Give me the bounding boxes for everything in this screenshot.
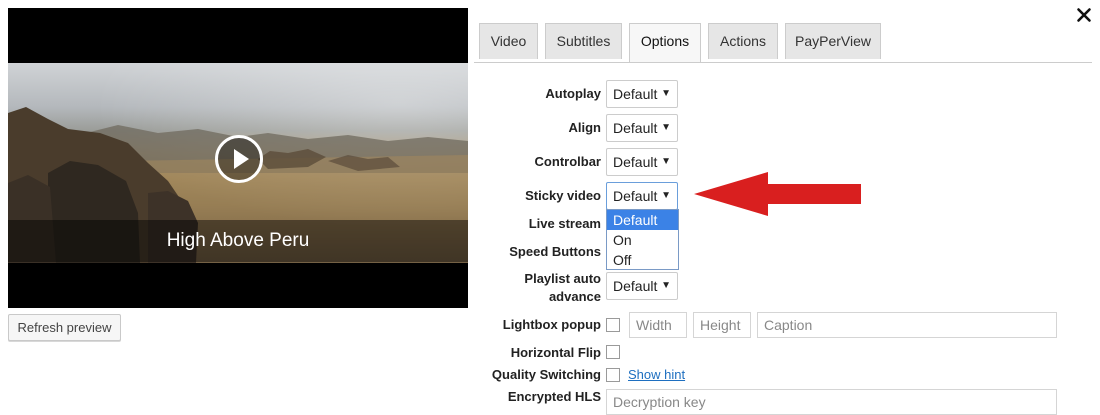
tab-payperview[interactable]: PayPerView bbox=[785, 23, 881, 59]
caret-down-icon: ▼ bbox=[661, 190, 671, 201]
refresh-preview-button[interactable]: Refresh preview bbox=[8, 314, 121, 341]
show-hint-link[interactable]: Show hint bbox=[628, 367, 685, 382]
lightbox-caption-input[interactable] bbox=[757, 312, 1057, 338]
tab-video[interactable]: Video bbox=[479, 23, 538, 59]
controlbar-label: Controlbar bbox=[534, 154, 601, 169]
lightbox-height-input[interactable] bbox=[693, 312, 751, 338]
lightbox-popup-checkbox[interactable] bbox=[606, 318, 620, 332]
align-label: Align bbox=[568, 120, 602, 135]
quality-switching-label: Quality Switching bbox=[491, 367, 601, 382]
align-value: Default bbox=[613, 120, 658, 136]
horizontal-flip-checkbox[interactable] bbox=[606, 345, 620, 359]
live-stream-label: Live stream bbox=[528, 216, 601, 231]
playlist-auto-advance-value: Default bbox=[613, 278, 658, 294]
controlbar-value: Default bbox=[613, 154, 658, 170]
decryption-key-input[interactable] bbox=[606, 389, 1057, 415]
play-icon bbox=[234, 149, 249, 169]
encrypted-hls-label: Encrypted HLS bbox=[507, 389, 601, 404]
controlbar-select[interactable]: Default ▼ bbox=[606, 148, 678, 176]
align-select[interactable]: Default ▼ bbox=[606, 114, 678, 142]
play-button[interactable] bbox=[215, 135, 263, 183]
autoplay-label: Autoplay bbox=[545, 86, 601, 101]
quality-switching-checkbox[interactable] bbox=[606, 368, 620, 382]
red-arrow-icon bbox=[694, 172, 861, 216]
autoplay-select[interactable]: Default ▼ bbox=[606, 80, 678, 108]
lightbox-popup-label: Lightbox popup bbox=[502, 317, 601, 332]
tab-options[interactable]: Options bbox=[629, 23, 701, 63]
playlist-auto-advance-select[interactable]: Default ▼ bbox=[606, 272, 678, 300]
horizontal-flip-label: Horizontal Flip bbox=[510, 345, 601, 360]
lightbox-width-input[interactable] bbox=[629, 312, 687, 338]
dropdown-option-default[interactable]: Default bbox=[607, 210, 678, 230]
caret-down-icon: ▼ bbox=[661, 280, 671, 291]
tabs-divider bbox=[474, 62, 1092, 63]
autoplay-value: Default bbox=[613, 86, 658, 102]
sticky-video-select[interactable]: Default ▼ bbox=[606, 182, 678, 210]
caret-down-icon: ▼ bbox=[661, 156, 671, 167]
dropdown-option-off[interactable]: Off bbox=[607, 250, 678, 270]
close-icon[interactable] bbox=[1075, 6, 1093, 24]
sticky-video-value: Default bbox=[613, 188, 658, 204]
sticky-video-dropdown: Default On Off bbox=[606, 209, 679, 270]
caret-down-icon: ▼ bbox=[661, 122, 671, 133]
dropdown-option-on[interactable]: On bbox=[607, 230, 678, 250]
speed-buttons-label: Speed Buttons bbox=[509, 244, 601, 259]
video-title: High Above Peru bbox=[8, 220, 468, 262]
video-preview[interactable]: High Above Peru bbox=[8, 8, 468, 308]
tab-actions[interactable]: Actions bbox=[708, 23, 778, 59]
playlist-auto-advance-label: Playlist auto advance bbox=[524, 271, 601, 304]
sticky-video-label: Sticky video bbox=[525, 188, 601, 203]
caret-down-icon: ▼ bbox=[661, 88, 671, 99]
tab-subtitles[interactable]: Subtitles bbox=[545, 23, 622, 59]
